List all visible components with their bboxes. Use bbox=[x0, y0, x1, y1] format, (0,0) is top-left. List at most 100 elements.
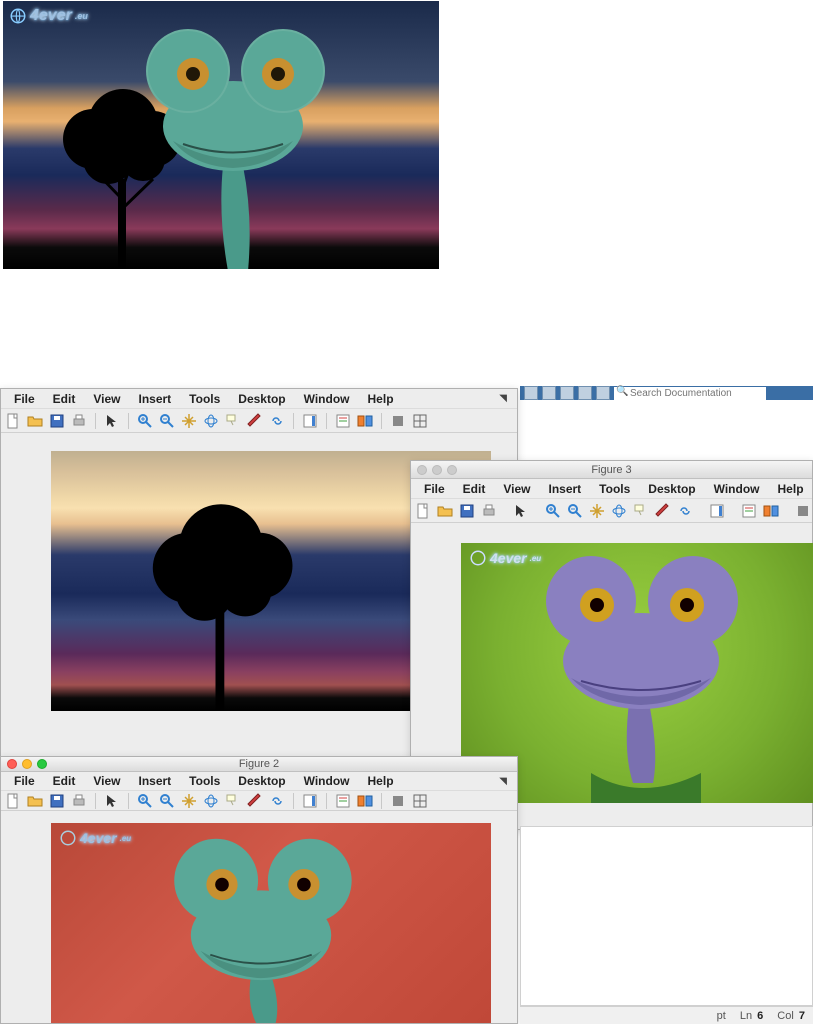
legend-icon[interactable] bbox=[335, 793, 351, 809]
figure-canvas[interactable]: 4ever.eu bbox=[1, 811, 517, 1023]
zoom-in-icon[interactable] bbox=[137, 413, 153, 429]
toolstrip-icon[interactable] bbox=[542, 386, 556, 400]
legend-icon[interactable] bbox=[741, 503, 757, 519]
menu-window[interactable]: Window bbox=[295, 390, 359, 408]
toolstrip-icon[interactable] bbox=[524, 386, 538, 400]
close-button[interactable] bbox=[7, 759, 17, 769]
link-icon[interactable] bbox=[269, 793, 285, 809]
new-file-icon[interactable] bbox=[5, 413, 21, 429]
menu-overflow-icon[interactable]: ◥ bbox=[499, 393, 513, 404]
menu-edit[interactable]: Edit bbox=[44, 390, 85, 408]
zoom-button[interactable] bbox=[447, 465, 457, 475]
menu-insert[interactable]: Insert bbox=[129, 390, 180, 408]
insert-icon[interactable] bbox=[357, 413, 373, 429]
search-icon: 🔍 bbox=[616, 386, 628, 397]
menu-file[interactable]: File bbox=[5, 390, 44, 408]
layout-icon[interactable] bbox=[412, 793, 428, 809]
menu-view[interactable]: View bbox=[84, 390, 129, 408]
close-button[interactable] bbox=[417, 465, 427, 475]
editor-pane[interactable] bbox=[520, 826, 813, 1006]
zoom-out-icon[interactable] bbox=[159, 793, 175, 809]
menu-help[interactable]: Help bbox=[769, 480, 813, 498]
print-icon[interactable] bbox=[481, 503, 497, 519]
datatip-icon[interactable] bbox=[633, 503, 649, 519]
legend-icon[interactable] bbox=[335, 413, 351, 429]
new-file-icon[interactable] bbox=[415, 503, 431, 519]
titlebar[interactable]: Figure 3 bbox=[411, 461, 812, 479]
save-icon[interactable] bbox=[49, 413, 65, 429]
insert-icon[interactable] bbox=[357, 793, 373, 809]
datatip-icon[interactable] bbox=[225, 793, 241, 809]
pointer-icon[interactable] bbox=[104, 793, 120, 809]
menu-help[interactable]: Help bbox=[359, 390, 403, 408]
layout-icon[interactable] bbox=[412, 413, 428, 429]
play-icon[interactable] bbox=[390, 413, 406, 429]
pointer-icon[interactable] bbox=[513, 503, 529, 519]
new-file-icon[interactable] bbox=[5, 793, 21, 809]
toolstrip-icon[interactable] bbox=[560, 386, 574, 400]
menu-edit[interactable]: Edit bbox=[454, 480, 495, 498]
link-icon[interactable] bbox=[677, 503, 693, 519]
menu-tools[interactable]: Tools bbox=[180, 772, 229, 790]
zoom-out-icon[interactable] bbox=[159, 413, 175, 429]
globe-icon bbox=[59, 829, 77, 847]
menu-desktop[interactable]: Desktop bbox=[229, 772, 294, 790]
pan-icon[interactable] bbox=[589, 503, 605, 519]
play-icon[interactable] bbox=[795, 503, 811, 519]
menu-overflow-icon[interactable]: ◥ bbox=[499, 776, 513, 787]
menu-window[interactable]: Window bbox=[295, 772, 359, 790]
datatip-icon[interactable] bbox=[225, 413, 241, 429]
rotate3d-icon[interactable] bbox=[203, 793, 219, 809]
doc-search-input[interactable] bbox=[614, 387, 766, 401]
colorbar-icon[interactable] bbox=[302, 793, 318, 809]
menu-tools[interactable]: Tools bbox=[180, 390, 229, 408]
zoom-out-icon[interactable] bbox=[567, 503, 583, 519]
menu-window[interactable]: Window bbox=[705, 480, 769, 498]
colorbar-icon[interactable] bbox=[302, 413, 318, 429]
open-folder-icon[interactable] bbox=[437, 503, 453, 519]
save-icon[interactable] bbox=[49, 793, 65, 809]
tree-silhouette bbox=[121, 491, 321, 711]
status-suffix: pt bbox=[717, 1010, 726, 1022]
play-icon[interactable] bbox=[390, 793, 406, 809]
menu-tools[interactable]: Tools bbox=[590, 480, 639, 498]
menubar: File Edit View Insert Tools Desktop Wind… bbox=[1, 389, 517, 409]
insert-icon[interactable] bbox=[763, 503, 779, 519]
menu-edit[interactable]: Edit bbox=[44, 772, 85, 790]
brush-icon[interactable] bbox=[247, 793, 263, 809]
open-folder-icon[interactable] bbox=[27, 793, 43, 809]
menu-file[interactable]: File bbox=[5, 772, 44, 790]
rotate3d-icon[interactable] bbox=[611, 503, 627, 519]
zoom-button[interactable] bbox=[37, 759, 47, 769]
titlebar[interactable]: Figure 2 bbox=[1, 757, 517, 772]
menu-help[interactable]: Help bbox=[359, 772, 403, 790]
zoom-in-icon[interactable] bbox=[545, 503, 561, 519]
link-icon[interactable] bbox=[269, 413, 285, 429]
menu-desktop[interactable]: Desktop bbox=[639, 480, 704, 498]
rotate3d-icon[interactable] bbox=[203, 413, 219, 429]
menu-insert[interactable]: Insert bbox=[129, 772, 180, 790]
menu-view[interactable]: View bbox=[84, 772, 129, 790]
pan-icon[interactable] bbox=[181, 413, 197, 429]
print-icon[interactable] bbox=[71, 413, 87, 429]
brush-icon[interactable] bbox=[247, 413, 263, 429]
brush-icon[interactable] bbox=[655, 503, 671, 519]
toolstrip-icon[interactable] bbox=[578, 386, 592, 400]
pointer-icon[interactable] bbox=[104, 413, 120, 429]
toolstrip-icon[interactable] bbox=[596, 386, 610, 400]
pan-icon[interactable] bbox=[181, 793, 197, 809]
menu-file[interactable]: File bbox=[415, 480, 454, 498]
print-icon[interactable] bbox=[71, 793, 87, 809]
minimize-button[interactable] bbox=[22, 759, 32, 769]
menu-insert[interactable]: Insert bbox=[539, 480, 590, 498]
menu-view[interactable]: View bbox=[494, 480, 539, 498]
figure-toolbar bbox=[1, 409, 517, 433]
minimize-button[interactable] bbox=[432, 465, 442, 475]
save-icon[interactable] bbox=[459, 503, 475, 519]
zoom-in-icon[interactable] bbox=[137, 793, 153, 809]
watermark-logo: 4ever.eu bbox=[59, 829, 131, 847]
open-folder-icon[interactable] bbox=[27, 413, 43, 429]
figure-window-2: Figure 2 File Edit View Insert Tools Des… bbox=[0, 756, 518, 1024]
colorbar-icon[interactable] bbox=[709, 503, 725, 519]
menu-desktop[interactable]: Desktop bbox=[229, 390, 294, 408]
